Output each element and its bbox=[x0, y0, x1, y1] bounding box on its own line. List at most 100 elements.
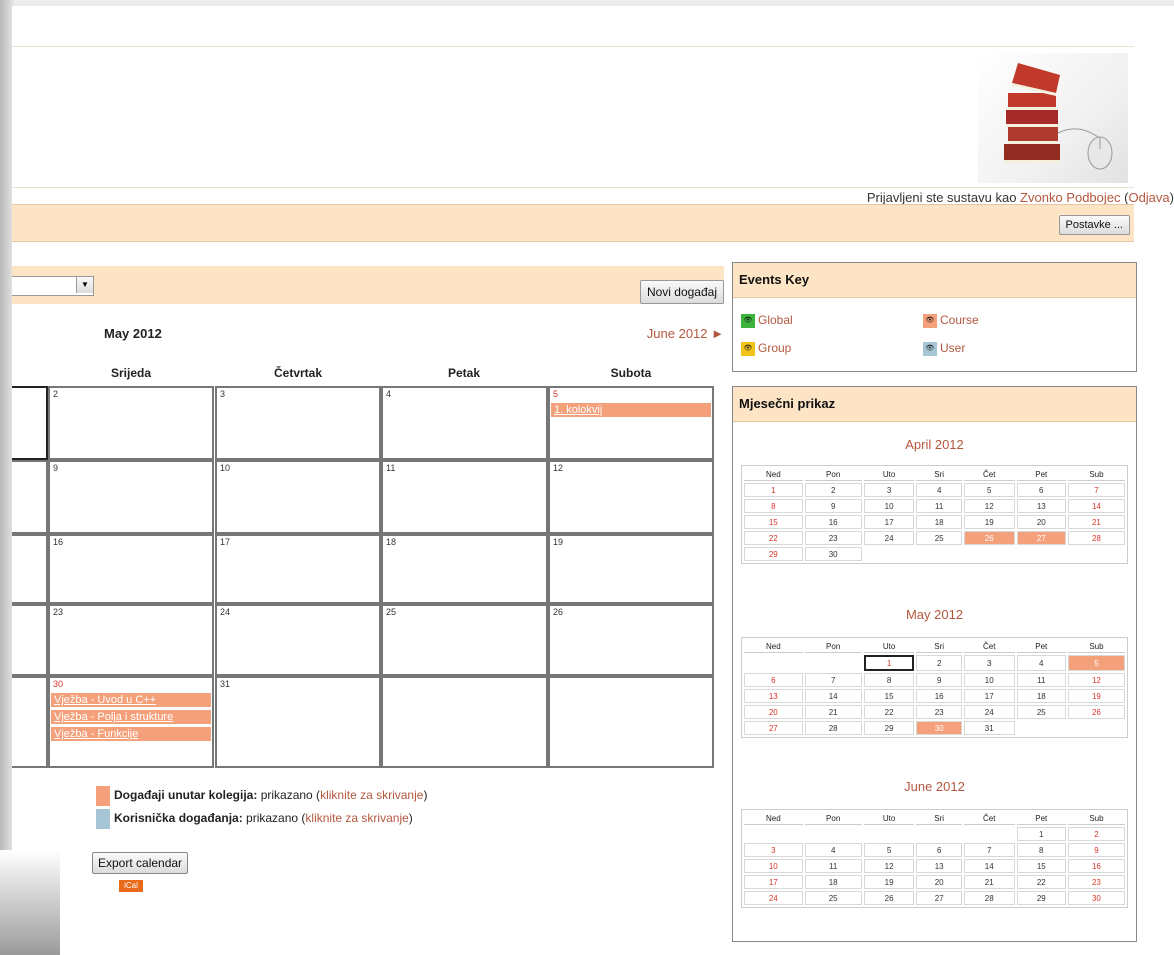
mini-day[interactable]: 27 bbox=[744, 721, 803, 735]
mini-day[interactable]: 20 bbox=[916, 875, 962, 889]
mini-day[interactable]: 6 bbox=[744, 673, 803, 687]
mini-day[interactable]: 4 bbox=[916, 483, 962, 497]
mini-day[interactable]: 25 bbox=[916, 531, 962, 545]
mini-day[interactable]: 17 bbox=[963, 689, 1015, 703]
calendar-day-cell[interactable]: 16 bbox=[48, 534, 214, 604]
calendar-day-cell[interactable]: 31 bbox=[215, 676, 381, 768]
key-user[interactable]: 👁 User bbox=[923, 341, 965, 356]
mini-day[interactable]: 1 bbox=[744, 483, 803, 497]
mini-day[interactable]: 29 bbox=[863, 721, 915, 735]
hide-course-events-link[interactable]: kliknite za skrivanje bbox=[320, 788, 423, 802]
calendar-day-cell[interactable]: 12 bbox=[548, 460, 714, 534]
calendar-day-cell[interactable]: 17 bbox=[215, 534, 381, 604]
user-name-link[interactable]: Zvonko Podbojec bbox=[1020, 190, 1120, 205]
mini-day[interactable]: 13 bbox=[916, 859, 962, 873]
mini-day[interactable]: 18 bbox=[1016, 689, 1066, 703]
day-number[interactable]: 19 bbox=[553, 537, 709, 547]
mini-day[interactable]: 25 bbox=[1016, 705, 1066, 719]
calendar-day-cell[interactable]: 18 bbox=[381, 534, 548, 604]
mini-day[interactable]: 28 bbox=[1067, 531, 1125, 545]
course-select[interactable]: ▼ bbox=[12, 276, 94, 296]
chevron-down-icon[interactable]: ▼ bbox=[76, 277, 93, 293]
mini-day[interactable]: 20 bbox=[744, 705, 803, 719]
mini-day[interactable]: 12 bbox=[963, 499, 1015, 513]
day-number[interactable]: 26 bbox=[553, 607, 709, 617]
day-number[interactable]: 17 bbox=[220, 537, 376, 547]
mini-day[interactable]: 9 bbox=[1067, 843, 1125, 857]
mini-day[interactable]: 2 bbox=[804, 483, 862, 497]
mini-day[interactable]: 5 bbox=[963, 483, 1015, 497]
calendar-day-cell[interactable] bbox=[12, 604, 48, 676]
mini-day[interactable]: 11 bbox=[1016, 673, 1066, 687]
mini-day[interactable]: 23 bbox=[804, 531, 862, 545]
mini-day[interactable]: 21 bbox=[963, 875, 1015, 889]
mini-day[interactable]: 26 bbox=[963, 531, 1015, 545]
calendar-day-cell[interactable]: 3 bbox=[215, 386, 381, 460]
mini-day[interactable]: 2 bbox=[1067, 827, 1125, 841]
day-number[interactable]: 16 bbox=[53, 537, 209, 547]
mini-day[interactable]: 29 bbox=[1016, 891, 1066, 905]
mini-day[interactable]: 21 bbox=[804, 705, 862, 719]
mini-day[interactable]: 10 bbox=[744, 859, 803, 873]
calendar-day-cell[interactable] bbox=[12, 460, 48, 534]
mini-day[interactable]: 14 bbox=[1067, 499, 1125, 513]
mini-day[interactable]: 19 bbox=[1067, 689, 1125, 703]
day-number[interactable]: 10 bbox=[220, 463, 376, 473]
mini-day[interactable]: 2 bbox=[916, 655, 962, 671]
mini-day[interactable]: 12 bbox=[863, 859, 915, 873]
export-calendar-button[interactable]: Export calendar bbox=[92, 852, 189, 874]
mini-day[interactable]: 28 bbox=[963, 891, 1015, 905]
mini-day[interactable]: 7 bbox=[1067, 483, 1125, 497]
calendar-day-cell[interactable]: 30 Vježba - Uvod u C++ Vježba - Polja i st… bbox=[48, 676, 214, 768]
calendar-event[interactable]: Vježba - Uvod u C++ bbox=[51, 693, 211, 707]
key-course[interactable]: 👁 Course bbox=[923, 313, 979, 328]
mini-day[interactable]: 8 bbox=[863, 673, 915, 687]
calendar-day-cell[interactable]: 19 bbox=[548, 534, 714, 604]
mini-day[interactable]: 18 bbox=[804, 875, 862, 889]
mini-day[interactable]: 18 bbox=[916, 515, 962, 529]
day-number[interactable]: 30 bbox=[53, 679, 209, 689]
mini-day[interactable]: 9 bbox=[804, 499, 862, 513]
mini-day[interactable]: 1 bbox=[863, 655, 915, 671]
mini-day[interactable]: 8 bbox=[1016, 843, 1066, 857]
mini-day[interactable]: 10 bbox=[863, 499, 915, 513]
day-number[interactable]: 18 bbox=[386, 537, 543, 547]
day-number[interactable]: 24 bbox=[220, 607, 376, 617]
day-number[interactable]: 9 bbox=[53, 463, 209, 473]
mini-month-title[interactable]: April 2012 bbox=[733, 437, 1136, 452]
day-number[interactable]: 25 bbox=[386, 607, 543, 617]
mini-day[interactable]: 23 bbox=[916, 705, 962, 719]
mini-day[interactable]: 21 bbox=[1067, 515, 1125, 529]
calendar-day-cell[interactable] bbox=[12, 676, 48, 768]
mini-day[interactable]: 23 bbox=[1067, 875, 1125, 889]
mini-day[interactable]: 19 bbox=[863, 875, 915, 889]
mini-day[interactable]: 8 bbox=[744, 499, 803, 513]
new-event-button[interactable]: Novi događaj bbox=[639, 280, 724, 304]
mini-day[interactable]: 3 bbox=[744, 843, 803, 857]
mini-day[interactable]: 4 bbox=[1016, 655, 1066, 671]
mini-day[interactable]: 24 bbox=[744, 891, 803, 905]
mini-day[interactable]: 13 bbox=[744, 689, 803, 703]
mini-day[interactable]: 7 bbox=[963, 843, 1015, 857]
calendar-event[interactable]: 1. kolokvij bbox=[551, 403, 711, 417]
hide-user-events-link[interactable]: kliknite za skrivanje bbox=[305, 811, 408, 825]
key-global[interactable]: 👁 Global bbox=[741, 313, 793, 328]
next-month-link[interactable]: June 2012 ► bbox=[647, 326, 724, 341]
calendar-day-cell[interactable] bbox=[381, 676, 548, 768]
calendar-day-cell[interactable]: 10 bbox=[215, 460, 381, 534]
mini-day[interactable]: 19 bbox=[963, 515, 1015, 529]
mini-day[interactable]: 5 bbox=[863, 843, 915, 857]
calendar-day-cell[interactable]: 26 bbox=[548, 604, 714, 676]
calendar-day-cell[interactable] bbox=[12, 534, 48, 604]
mini-day[interactable]: 13 bbox=[1016, 499, 1066, 513]
calendar-day-cell[interactable]: 2 bbox=[48, 386, 214, 460]
mini-day[interactable]: 22 bbox=[1016, 875, 1066, 889]
mini-day[interactable]: 15 bbox=[744, 515, 803, 529]
mini-day[interactable]: 4 bbox=[804, 843, 862, 857]
mini-day[interactable]: 14 bbox=[804, 689, 862, 703]
mini-day[interactable]: 24 bbox=[863, 531, 915, 545]
mini-day[interactable]: 9 bbox=[916, 673, 962, 687]
mini-day[interactable]: 15 bbox=[1016, 859, 1066, 873]
day-number[interactable]: 5 bbox=[553, 389, 709, 399]
day-number[interactable]: 4 bbox=[386, 389, 543, 399]
